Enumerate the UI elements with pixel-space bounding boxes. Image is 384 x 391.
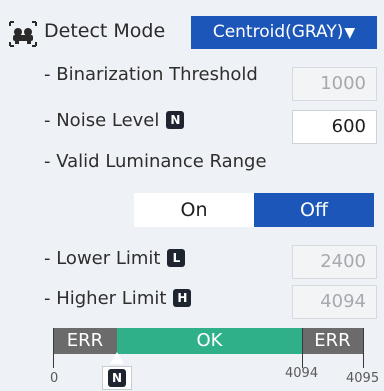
scale-tick-end — [363, 328, 364, 368]
luminance-off-button[interactable]: Off — [254, 193, 374, 227]
scale-label-4094: 4094 — [285, 366, 319, 381]
detect-mode-icon — [9, 21, 37, 47]
higher-limit-label: - Higher Limit — [44, 288, 167, 309]
scale-tick-start — [53, 328, 54, 368]
noise-level-field[interactable]: 600 — [292, 110, 377, 144]
lower-limit-badge: L — [167, 249, 186, 267]
lower-limit-field: 2400 — [292, 245, 377, 279]
noise-level-row: - Noise Level N — [44, 108, 185, 134]
scale-label-4095: 4095 — [346, 371, 380, 386]
binarization-threshold-label: - Binarization Threshold — [44, 64, 258, 85]
range-ok: OK — [117, 328, 302, 354]
scale-label-0: 0 — [50, 371, 59, 386]
binarization-threshold-field: 1000 — [292, 67, 377, 101]
noise-pointer-marker[interactable]: N — [102, 366, 132, 390]
range-err-low: ERR — [53, 328, 117, 354]
scale-tick-mid — [302, 328, 303, 368]
higher-limit-field: 4094 — [292, 285, 377, 319]
lower-limit-row: - Lower Limit L — [44, 246, 186, 272]
noise-badge: N — [166, 111, 185, 129]
higher-limit-row: - Higher Limit H — [44, 286, 192, 312]
luminance-range-toggle: On Off — [134, 193, 374, 227]
lower-limit-label: - Lower Limit — [44, 248, 161, 269]
range-err-high: ERR — [302, 328, 363, 354]
chevron-down-icon: ▼ — [344, 25, 356, 41]
detect-mode-label: Detect Mode — [44, 20, 166, 42]
noise-level-label: - Noise Level — [44, 110, 160, 131]
noise-pointer-icon — [110, 352, 124, 364]
noise-pointer-badge: N — [108, 369, 126, 387]
detect-mode-value: Centroid(GRAY) — [212, 22, 344, 42]
luminance-on-button[interactable]: On — [134, 193, 254, 227]
detect-mode-dropdown[interactable]: Centroid(GRAY)▼ — [191, 16, 377, 49]
higher-limit-badge: H — [173, 289, 192, 307]
valid-luminance-range-label: - Valid Luminance Range — [44, 151, 267, 172]
